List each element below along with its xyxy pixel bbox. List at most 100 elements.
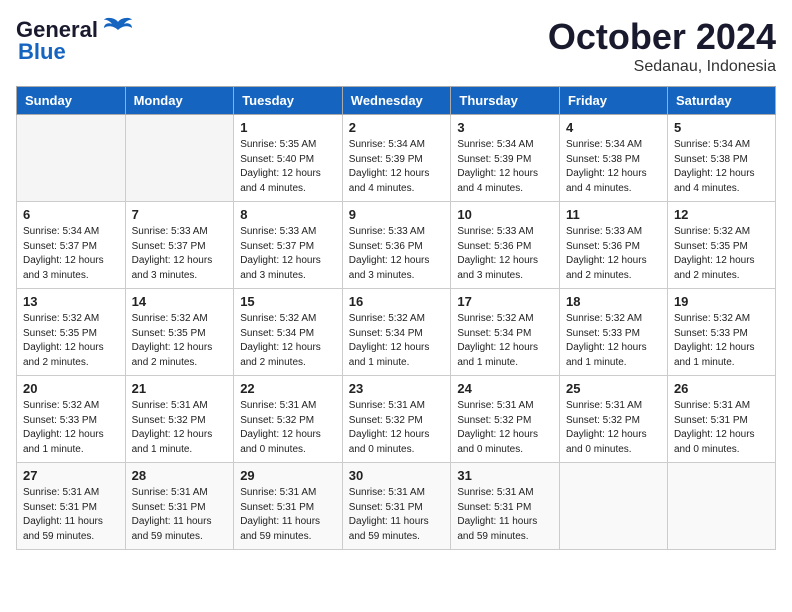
month-title: October 2024 (548, 16, 776, 58)
calendar-cell: 25 Sunrise: 5:31 AM Sunset: 5:32 PM Dayli… (559, 376, 667, 463)
calendar-cell (559, 463, 667, 550)
day-number: 28 (132, 468, 228, 483)
day-number: 6 (23, 207, 119, 222)
logo-bird-icon (102, 16, 134, 45)
calendar-cell (667, 463, 775, 550)
calendar-cell: 7 Sunrise: 5:33 AM Sunset: 5:37 PM Daylig… (125, 202, 234, 289)
weekday-header: Thursday (451, 87, 560, 115)
calendar-cell: 24Sunrise: 5:31 AM Sunset: 5:32 PM Dayli… (451, 376, 560, 463)
calendar-week-row: 6 Sunrise: 5:34 AM Sunset: 5:37 PM Daylig… (17, 202, 776, 289)
day-number: 3 (457, 120, 553, 135)
calendar-cell: 21 Sunrise: 5:31 AM Sunset: 5:32 PM Dayli… (125, 376, 234, 463)
calendar-cell: 19 Sunrise: 5:32 AM Sunset: 5:33 PM Dayli… (667, 289, 775, 376)
day-info: Sunrise: 5:32 AM Sunset: 5:34 PM Dayligh… (240, 312, 336, 370)
calendar-cell: 8 Sunrise: 5:33 AM Sunset: 5:37 PM Daylig… (234, 202, 343, 289)
day-info: Sunrise: 5:34 AM Sunset: 5:38 PM Dayligh… (566, 138, 661, 196)
day-info: Sunrise: 5:34 AM Sunset: 5:39 PM Dayligh… (349, 138, 445, 196)
weekday-header: Sunday (17, 87, 126, 115)
calendar-cell: 26 Sunrise: 5:31 AM Sunset: 5:31 PM Dayli… (667, 376, 775, 463)
day-number: 7 (132, 207, 228, 222)
day-info: Sunrise: 5:32 AM Sunset: 5:34 PM Dayligh… (457, 312, 553, 370)
calendar-cell: 18 Sunrise: 5:32 AM Sunset: 5:33 PM Dayli… (559, 289, 667, 376)
day-info: Sunrise: 5:31 AM Sunset: 5:31 PM Dayligh… (349, 486, 445, 544)
day-info: Sunrise: 5:35 AM Sunset: 5:40 PM Dayligh… (240, 138, 336, 196)
logo-blue-text: Blue (18, 41, 66, 63)
day-info: Sunrise: 5:31 AM Sunset: 5:32 PM Dayligh… (349, 399, 445, 457)
weekday-header: Monday (125, 87, 234, 115)
day-number: 9 (349, 207, 445, 222)
calendar-week-row: 20 Sunrise: 5:32 AM Sunset: 5:33 PM Dayli… (17, 376, 776, 463)
title-area: October 2024 Sedanau, Indonesia (548, 16, 776, 76)
day-number: 16 (349, 294, 445, 309)
day-number: 12 (674, 207, 769, 222)
day-info: Sunrise: 5:32 AM Sunset: 5:34 PM Dayligh… (349, 312, 445, 370)
calendar-cell: 4 Sunrise: 5:34 AM Sunset: 5:38 PM Daylig… (559, 115, 667, 202)
calendar-cell: 22Sunrise: 5:31 AM Sunset: 5:32 PM Dayli… (234, 376, 343, 463)
weekday-header: Wednesday (342, 87, 451, 115)
weekday-header: Tuesday (234, 87, 343, 115)
day-info: Sunrise: 5:34 AM Sunset: 5:37 PM Dayligh… (23, 225, 119, 283)
day-info: Sunrise: 5:32 AM Sunset: 5:33 PM Dayligh… (674, 312, 769, 370)
calendar-header-row: SundayMondayTuesdayWednesdayThursdayFrid… (17, 87, 776, 115)
day-number: 21 (132, 381, 228, 396)
day-info: Sunrise: 5:33 AM Sunset: 5:37 PM Dayligh… (240, 225, 336, 283)
day-info: Sunrise: 5:31 AM Sunset: 5:31 PM Dayligh… (23, 486, 119, 544)
day-info: Sunrise: 5:33 AM Sunset: 5:37 PM Dayligh… (132, 225, 228, 283)
day-info: Sunrise: 5:34 AM Sunset: 5:38 PM Dayligh… (674, 138, 769, 196)
calendar-cell: 3 Sunrise: 5:34 AM Sunset: 5:39 PM Daylig… (451, 115, 560, 202)
calendar-cell: 1 Sunrise: 5:35 AM Sunset: 5:40 PM Daylig… (234, 115, 343, 202)
header-area: General Blue October 2024 Sedanau, Indon… (16, 16, 776, 76)
day-info: Sunrise: 5:31 AM Sunset: 5:31 PM Dayligh… (674, 399, 769, 457)
calendar-week-row: 13 Sunrise: 5:32 AM Sunset: 5:35 PM Dayli… (17, 289, 776, 376)
day-info: Sunrise: 5:31 AM Sunset: 5:31 PM Dayligh… (240, 486, 336, 544)
day-info: Sunrise: 5:33 AM Sunset: 5:36 PM Dayligh… (566, 225, 661, 283)
day-number: 4 (566, 120, 661, 135)
day-info: Sunrise: 5:34 AM Sunset: 5:39 PM Dayligh… (457, 138, 553, 196)
calendar-cell: 16 Sunrise: 5:32 AM Sunset: 5:34 PM Dayli… (342, 289, 451, 376)
day-number: 1 (240, 120, 336, 135)
day-number: 2 (349, 120, 445, 135)
calendar-cell (17, 115, 126, 202)
weekday-header: Saturday (667, 87, 775, 115)
calendar-cell: 5 Sunrise: 5:34 AM Sunset: 5:38 PM Daylig… (667, 115, 775, 202)
calendar-cell: 28 Sunrise: 5:31 AM Sunset: 5:31 PM Dayli… (125, 463, 234, 550)
calendar-week-row: 1 Sunrise: 5:35 AM Sunset: 5:40 PM Daylig… (17, 115, 776, 202)
calendar-cell: 30Sunrise: 5:31 AM Sunset: 5:31 PM Dayli… (342, 463, 451, 550)
location-subtitle: Sedanau, Indonesia (548, 58, 776, 76)
day-number: 15 (240, 294, 336, 309)
calendar-cell (125, 115, 234, 202)
day-number: 17 (457, 294, 553, 309)
day-info: Sunrise: 5:31 AM Sunset: 5:32 PM Dayligh… (132, 399, 228, 457)
calendar-cell: 13 Sunrise: 5:32 AM Sunset: 5:35 PM Dayli… (17, 289, 126, 376)
day-number: 29 (240, 468, 336, 483)
day-number: 5 (674, 120, 769, 135)
day-number: 8 (240, 207, 336, 222)
day-number: 13 (23, 294, 119, 309)
day-number: 26 (674, 381, 769, 396)
day-info: Sunrise: 5:32 AM Sunset: 5:33 PM Dayligh… (566, 312, 661, 370)
day-number: 22 (240, 381, 336, 396)
day-number: 24 (457, 381, 553, 396)
day-number: 14 (132, 294, 228, 309)
calendar-cell: 29 Sunrise: 5:31 AM Sunset: 5:31 PM Dayli… (234, 463, 343, 550)
day-number: 25 (566, 381, 661, 396)
logo: General Blue (16, 16, 134, 63)
day-info: Sunrise: 5:31 AM Sunset: 5:31 PM Dayligh… (132, 486, 228, 544)
day-number: 18 (566, 294, 661, 309)
day-info: Sunrise: 5:32 AM Sunset: 5:33 PM Dayligh… (23, 399, 119, 457)
day-info: Sunrise: 5:33 AM Sunset: 5:36 PM Dayligh… (457, 225, 553, 283)
calendar-cell: 12Sunrise: 5:32 AM Sunset: 5:35 PM Dayli… (667, 202, 775, 289)
calendar-cell: 2 Sunrise: 5:34 AM Sunset: 5:39 PM Daylig… (342, 115, 451, 202)
day-number: 19 (674, 294, 769, 309)
day-info: Sunrise: 5:31 AM Sunset: 5:32 PM Dayligh… (566, 399, 661, 457)
calendar-cell: 20 Sunrise: 5:32 AM Sunset: 5:33 PM Dayli… (17, 376, 126, 463)
day-number: 20 (23, 381, 119, 396)
day-info: Sunrise: 5:32 AM Sunset: 5:35 PM Dayligh… (132, 312, 228, 370)
calendar-cell: 14 Sunrise: 5:32 AM Sunset: 5:35 PM Dayli… (125, 289, 234, 376)
day-info: Sunrise: 5:32 AM Sunset: 5:35 PM Dayligh… (23, 312, 119, 370)
calendar-cell: 23Sunrise: 5:31 AM Sunset: 5:32 PM Dayli… (342, 376, 451, 463)
calendar-cell: 11Sunrise: 5:33 AM Sunset: 5:36 PM Dayli… (559, 202, 667, 289)
calendar-cell: 9Sunrise: 5:33 AM Sunset: 5:36 PM Daylig… (342, 202, 451, 289)
weekday-header: Friday (559, 87, 667, 115)
day-number: 10 (457, 207, 553, 222)
